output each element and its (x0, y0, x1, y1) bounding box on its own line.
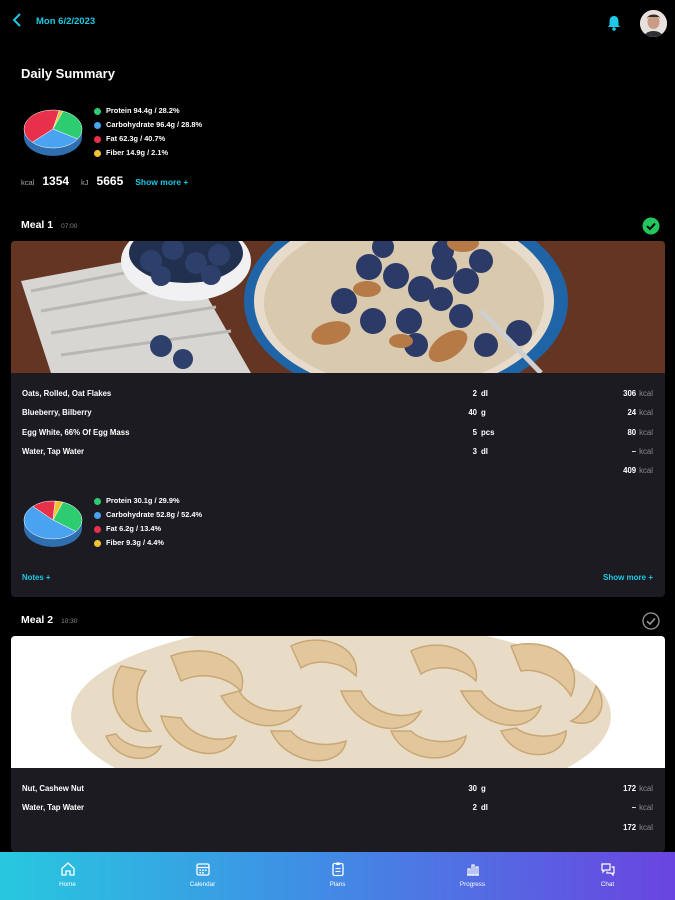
carbohydrate-dot (94, 121, 101, 129)
food-row[interactable]: Oats, Rolled, Oat Flakes 2 dl 306 kcal (11, 385, 665, 403)
fat-dot (94, 525, 101, 533)
tab-calendar[interactable]: Calendar (135, 852, 270, 900)
fiber-dot (94, 149, 101, 157)
meal-1-macro-legend: Protein 30.1g / 29.9% Carbohydrate 52.8g… (94, 494, 202, 550)
legend-protein: Protein 94.4g / 28.2% (94, 104, 202, 118)
meal-2-check-icon[interactable] (642, 612, 660, 630)
legend-protein: Protein 30.1g / 29.9% (94, 494, 202, 508)
bar-chart-icon (466, 864, 479, 876)
protein-dot (94, 107, 101, 115)
meal-1-title: Meal 1 (21, 219, 54, 231)
meal-1-total-row: 409 kcal (623, 466, 653, 475)
meal-2-time: 10:30 (61, 618, 78, 625)
meal-1-notes-link[interactable]: Notes + (22, 573, 50, 582)
legend-fat: Fat 6.2g / 13.4% (94, 522, 202, 536)
tab-progress[interactable]: Progress (405, 852, 540, 900)
home-icon (60, 862, 75, 876)
bell-icon[interactable] (606, 14, 622, 32)
meal-1-header: Meal 1 07:00 (21, 219, 77, 235)
meal-2-total-row: 172 kcal (623, 823, 653, 832)
kj-unit-label: kJ (81, 178, 89, 187)
daily-macro-legend: Protein 94.4g / 28.2% Carbohydrate 96.4g… (94, 104, 202, 160)
food-row[interactable]: Water, Tap Water 2 dl – kcal (11, 799, 665, 817)
meal-1-completed-check-icon[interactable] (642, 217, 660, 235)
back-chevron-icon[interactable] (12, 12, 30, 32)
tab-chat[interactable]: Chat (540, 852, 675, 900)
top-bar: Mon 6/2/2023 (0, 0, 675, 48)
meal-2-card: Nut, Cashew Nut 30 g 172 kcal Water, Tap … (11, 636, 665, 852)
protein-dot (94, 497, 101, 505)
date-label[interactable]: Mon 6/2/2023 (36, 16, 95, 27)
chat-icon (600, 863, 615, 877)
kcal-unit-label: kcal (21, 178, 35, 187)
cashew-nuts-photo (11, 636, 665, 768)
daily-macro-pie-chart (23, 109, 83, 156)
meal-2-header: Meal 2 10:30 (21, 614, 77, 630)
meal-1-macro-pie-chart (23, 500, 83, 547)
food-row[interactable]: Water, Tap Water 3 dl – kcal (11, 443, 665, 461)
food-row[interactable]: Egg White, 66% Of Egg Mass 5 pcs 80 kcal (11, 424, 665, 442)
kcal-total: 1354 (42, 174, 70, 188)
kj-total: 5665 (96, 174, 124, 188)
meal-1-time: 07:00 (61, 223, 78, 230)
meal-2-total-kcal: 172 (623, 823, 637, 832)
energy-totals: kcal 1354 kJ 5665 Show more + (21, 174, 188, 192)
tab-plans[interactable]: Plans (270, 852, 405, 900)
food-row[interactable]: Nut, Cashew Nut 30 g 172 kcal (11, 780, 665, 798)
fiber-dot (94, 539, 101, 547)
meal-2-title: Meal 2 (21, 614, 54, 626)
legend-fiber: Fiber 9.3g / 4.4% (94, 536, 202, 550)
legend-carbohydrate: Carbohydrate 96.4g / 28.8% (94, 118, 202, 132)
daily-summary-title: Daily Summary (21, 66, 115, 81)
food-row[interactable]: Blueberry, Bilberry 40 g 24 kcal (11, 404, 665, 422)
summary-show-more-link[interactable]: Show more + (135, 177, 188, 187)
meal-1-show-more-link[interactable]: Show more + (603, 573, 653, 582)
avatar[interactable] (640, 10, 667, 37)
carbohydrate-dot (94, 511, 101, 519)
oatmeal-blueberries-photo (11, 241, 665, 373)
fat-dot (94, 135, 101, 143)
legend-fat: Fat 62.3g / 40.7% (94, 132, 202, 146)
meal-1-total-kcal: 409 (623, 466, 637, 475)
bottom-tab-bar: Home Calendar Plans Progress Chat (0, 852, 675, 900)
calendar-icon (195, 863, 210, 876)
meal-1-card: Oats, Rolled, Oat Flakes 2 dl 306 kcal Bl… (11, 241, 665, 597)
tab-home[interactable]: Home (0, 852, 135, 900)
legend-carbohydrate: Carbohydrate 52.8g / 52.4% (94, 508, 202, 522)
clipboard-icon (331, 862, 344, 877)
legend-fiber: Fiber 14.9g / 2.1% (94, 146, 202, 160)
